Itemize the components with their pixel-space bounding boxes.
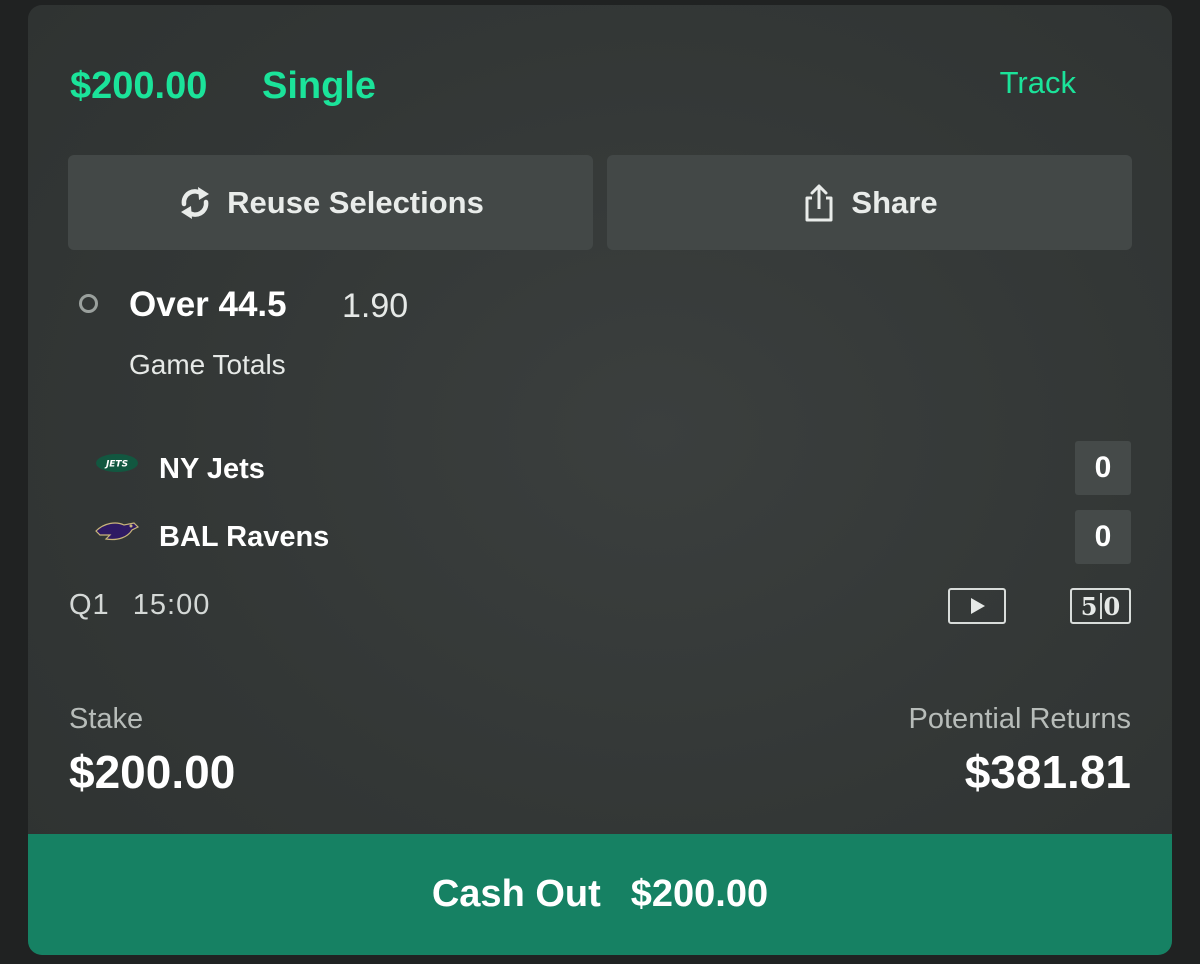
potential-returns-value: $381.81 [964, 746, 1131, 798]
cash-out-amount: $200.00 [630, 873, 769, 915]
game-time: 15:00 [132, 589, 211, 621]
stake-value: $200.00 [69, 746, 236, 798]
stats-button[interactable]: 5 0 [1070, 588, 1131, 624]
bet-type: Single [262, 65, 377, 107]
cash-out-button[interactable]: Cash Out $200.00 [28, 834, 1172, 955]
team-name: BAL Ravens [159, 521, 330, 553]
refresh-icon [177, 183, 213, 223]
team-score: 0 [1075, 510, 1131, 564]
reuse-selections-button[interactable]: Reuse Selections [68, 155, 593, 250]
team-score: 0 [1075, 441, 1131, 495]
stats-icon-divider [1099, 593, 1102, 619]
cash-out-label: Cash Out [431, 873, 601, 915]
bet-card: $200.00 Single Track Reuse Selections Sh… [28, 5, 1172, 955]
svg-text:JETS: JETS [104, 460, 128, 470]
selection-odds: 1.90 [342, 287, 409, 325]
potential-returns-label: Potential Returns [908, 703, 1131, 735]
reuse-selections-label: Reuse Selections [227, 184, 484, 220]
stake-label: Stake [69, 703, 144, 735]
stats-icon: 5 0 [1081, 592, 1120, 621]
stats-icon-text-left: 5 [1080, 591, 1098, 621]
stats-icon-text-right: 0 [1103, 591, 1121, 621]
play-icon [971, 598, 985, 614]
selection-status-icon [79, 294, 98, 313]
share-icon [801, 183, 837, 223]
share-button[interactable]: Share [607, 155, 1132, 250]
bet-amount: $200.00 [70, 65, 208, 107]
jets-logo-icon: JETS [94, 450, 140, 480]
game-clock: Q1 15:00 [69, 589, 210, 622]
live-video-button[interactable] [948, 588, 1006, 624]
ravens-logo-icon [94, 517, 140, 547]
track-button[interactable]: Track [1000, 65, 1076, 101]
selection-name: Over 44.5 [129, 285, 287, 324]
game-period: Q1 [69, 589, 110, 621]
team-name: NY Jets [159, 453, 265, 485]
share-label: Share [851, 184, 938, 220]
market-name: Game Totals [129, 349, 286, 380]
